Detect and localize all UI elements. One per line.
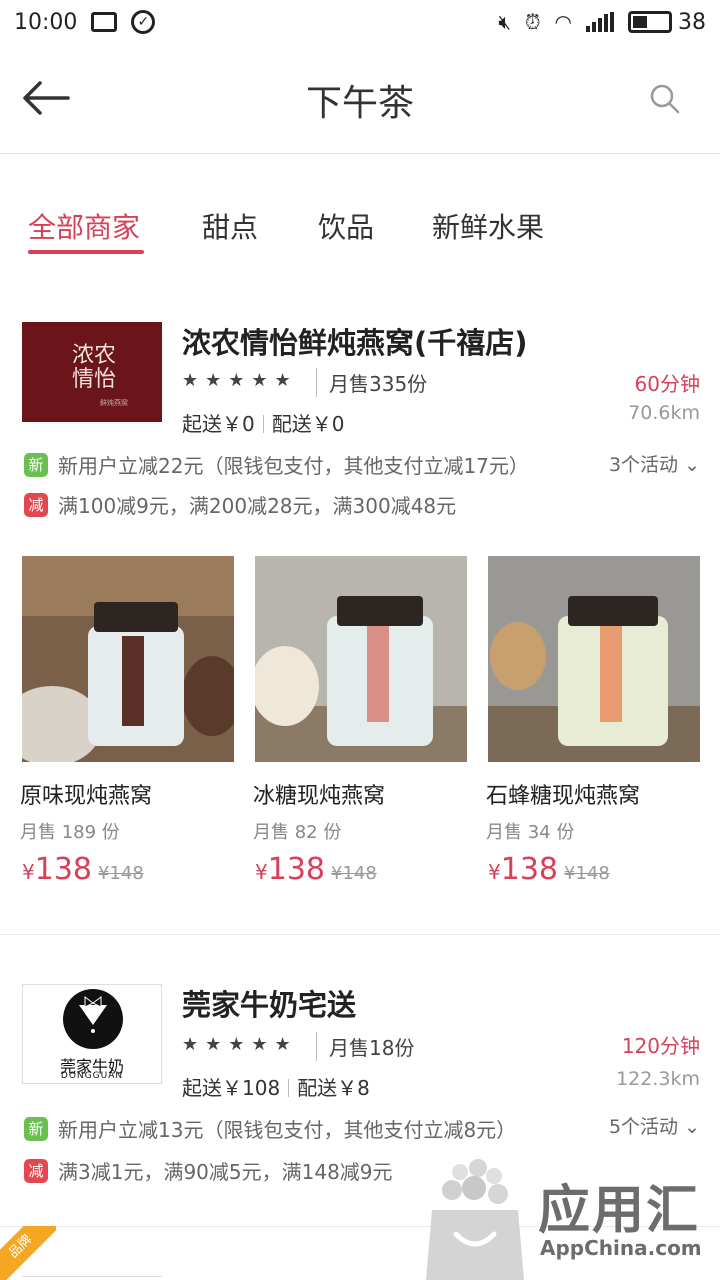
promo-discount-text: 满100减9元，满200减28元，满300减48元 [58, 494, 457, 518]
category-tabs: 全部商家 甜点 饮品 新鲜水果 [0, 200, 720, 260]
promo-new-user: 新 新用户立减22元（限钱包支付，其他支付立减17元） [24, 450, 529, 479]
delivery-fee: 配送￥0 [271, 412, 345, 436]
tab-fresh-fruit[interactable]: 新鲜水果 [432, 206, 544, 246]
page-title: 下午茶 [305, 83, 414, 124]
check-icon: ✓ [131, 10, 156, 34]
min-order: 起送￥0 [182, 412, 255, 436]
search-icon[interactable] [650, 84, 680, 114]
shop-logo: 莞家牛奶 DONGGUAN [22, 984, 162, 1084]
chevron-down-icon: ⌄ [684, 454, 700, 476]
delivery-time: 120分钟 [621, 1034, 700, 1058]
notification-icon [91, 12, 118, 32]
brand-badge: 品牌 [0, 1226, 56, 1280]
mute-icon: 🔇︎ [498, 10, 511, 34]
distance: 122.3km [616, 1068, 700, 1090]
shop-name: 莞家牛奶宅送 [182, 988, 357, 1022]
chevron-down-icon: ⌄ [684, 1116, 700, 1138]
min-order: 起送￥108 [182, 1076, 281, 1100]
product-image [255, 556, 467, 762]
promo-discount: 减 满3减1元，满90减5元，满148减9元 [24, 1156, 393, 1185]
promo-new-text: 新用户立减22元（限钱包支付，其他支付立减17元） [58, 454, 529, 478]
shop-name: 浓农情怡鲜炖燕窝(千禧店) [182, 326, 528, 360]
activities-toggle[interactable]: 3个活动 ⌄ [609, 450, 700, 477]
monthly-sales: 月售18份 [316, 1032, 414, 1061]
activities-toggle[interactable]: 5个活动 ⌄ [609, 1112, 700, 1139]
product-image [488, 556, 700, 762]
signal-icon [586, 12, 614, 32]
status-time: 10:00 [14, 9, 78, 35]
original-price: ¥148 [564, 863, 610, 884]
rating-stars: ★★★★★ [182, 370, 298, 391]
product-price: ¥138 ¥148 [22, 852, 144, 887]
product-sales: 月售 189 份 [20, 822, 120, 843]
fee-info: 起送￥0 配送￥0 [182, 408, 344, 437]
activities-count: 5个活动 [608, 1116, 679, 1138]
shop-logo-partial [22, 1276, 162, 1280]
monthly-sales: 月售335份 [316, 368, 427, 397]
product-name: 石蜂糖现炖燕窝 [486, 784, 641, 809]
product-image [22, 556, 234, 762]
alarm-icon: ⏰︎ [524, 10, 541, 34]
fee-info: 起送￥108 配送￥8 [182, 1072, 370, 1101]
tab-drinks[interactable]: 饮品 [318, 206, 374, 246]
battery-icon [628, 11, 672, 33]
discount-badge: 减 [24, 1158, 48, 1183]
product-price: ¥138 ¥148 [488, 852, 610, 887]
new-badge: 新 [24, 452, 48, 477]
shop-logo-subtext: DONGGUAN [60, 1071, 124, 1081]
product-price: ¥138 ¥148 [255, 852, 377, 887]
product-name: 冰糖现炖燕窝 [253, 784, 386, 809]
tab-desserts[interactable]: 甜点 [202, 206, 258, 246]
wifi-icon: ◠ [554, 10, 572, 34]
watermark-bag-icon [426, 1159, 524, 1280]
original-price: ¥148 [331, 863, 377, 884]
shop-logo-text: 浓农情怡 [71, 343, 116, 392]
shop-logo: 浓农情怡 鲜炖燕窝 [22, 322, 162, 422]
delivery-fee: 配送￥8 [297, 1076, 370, 1100]
discount-badge: 减 [24, 492, 48, 517]
watermark-subtext: AppChina.com [540, 1236, 702, 1260]
rating-stars: ★★★★★ [182, 1034, 298, 1055]
battery-level: 38 [678, 9, 706, 35]
appchina-watermark: 应用汇 AppChina.com [420, 1150, 720, 1280]
promo-new-text: 新用户立减13元（限钱包支付，其他支付立减8元） [58, 1118, 517, 1142]
product-sales: 月售 34 份 [486, 822, 575, 843]
active-tab-indicator [28, 250, 144, 254]
activities-count: 3个活动 [608, 454, 679, 476]
product-name: 原味现炖燕窝 [20, 784, 153, 809]
app-header: 下午茶 [0, 44, 720, 154]
promo-discount: 减 满100减9元，满200减28元，满300减48元 [24, 490, 456, 519]
delivery-time: 60分钟 [634, 372, 700, 396]
shop-logo-subtext: 鲜炖燕窝 [100, 399, 128, 407]
watermark-text: 应用汇 [538, 1181, 701, 1241]
divider [0, 934, 720, 935]
original-price: ¥148 [98, 863, 144, 884]
promo-discount-text: 满3减1元，满90减5元，满148减9元 [58, 1160, 393, 1184]
product-sales: 月售 82 份 [253, 822, 342, 843]
distance: 70.6km [628, 402, 700, 424]
tab-all-merchants[interactable]: 全部商家 [28, 206, 140, 246]
status-bar: 10:00 ✓ 🔇︎ ⏰︎ ◠ 38 [0, 0, 720, 44]
promo-new-user: 新 新用户立减13元（限钱包支付，其他支付立减8元） [24, 1114, 516, 1143]
new-badge: 新 [24, 1116, 48, 1141]
